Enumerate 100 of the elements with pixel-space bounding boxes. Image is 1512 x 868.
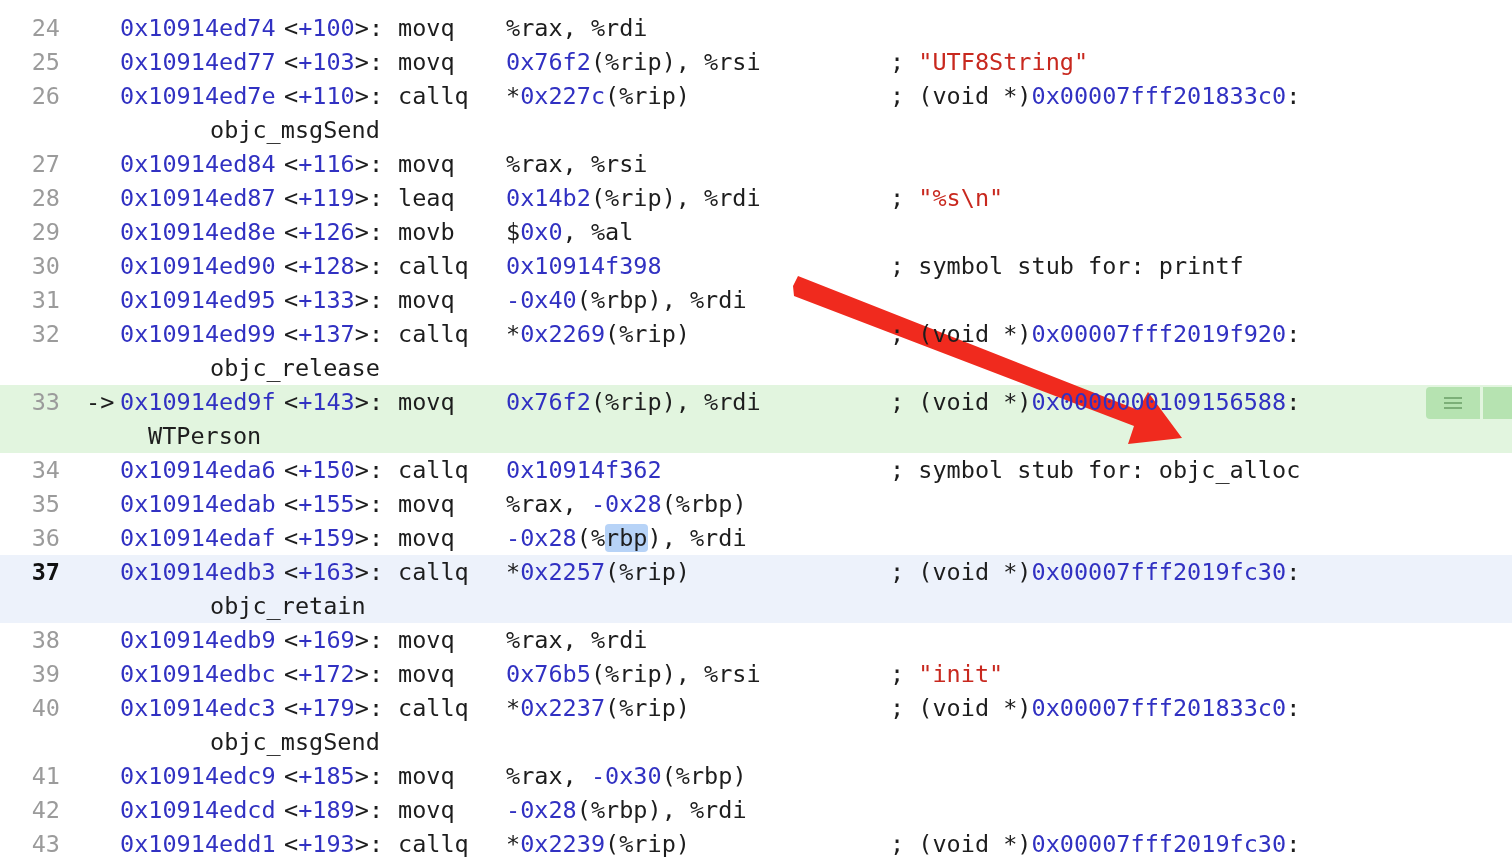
instruction-offset: <+143>: bbox=[284, 388, 385, 416]
line-number: 33 bbox=[30, 388, 60, 416]
menu-icon bbox=[1443, 397, 1463, 409]
instruction-operands: *0x2239(%rip) bbox=[506, 830, 691, 858]
instruction-address: 0x10914ed84 bbox=[120, 150, 277, 178]
instruction-row[interactable]: 42 0x10914edcd <+189>: movq -0x28(%rbp), %rdi bbox=[0, 793, 1512, 827]
instruction-mnemonic: callq bbox=[398, 320, 470, 348]
instruction-address: 0x10914edbc bbox=[120, 660, 277, 688]
instruction-row[interactable]: 31 0x10914ed95 <+133>: movq -0x40(%rbp), %rdi bbox=[0, 283, 1512, 317]
instruction-operands: 0x76b5(%rip), %rsi bbox=[506, 660, 762, 688]
instruction-row[interactable]: 38 0x10914edb9 <+169>: movq %rax, %rdi bbox=[0, 623, 1512, 657]
line-number: 43 bbox=[30, 830, 60, 858]
instruction-offset: <+126>: bbox=[284, 218, 385, 246]
instruction-operands: 0x14b2(%rip), %rdi bbox=[506, 184, 762, 212]
instruction-offset: <+169>: bbox=[284, 626, 385, 654]
instruction-address: 0x10914ed95 bbox=[120, 286, 277, 314]
instruction-offset: <+116>: bbox=[284, 150, 385, 178]
instruction-mnemonic: movq bbox=[398, 626, 456, 654]
instruction-mnemonic: movq bbox=[398, 14, 456, 42]
instruction-operands: *0x227c(%rip) bbox=[506, 82, 691, 110]
instruction-offset: <+159>: bbox=[284, 524, 385, 552]
symbol-name: objc_msgSend bbox=[210, 116, 380, 144]
instruction-mnemonic: movq bbox=[398, 796, 456, 824]
instruction-offset: <+189>: bbox=[284, 796, 385, 824]
instruction-row[interactable]: 35 0x10914edab <+155>: movq %rax, -0x28(%rbp) bbox=[0, 487, 1512, 521]
instruction-comment: ; (void *)0x00007fff201833c0: bbox=[890, 694, 1301, 722]
instruction-mnemonic: callq bbox=[398, 558, 470, 586]
instruction-row[interactable]: 27 0x10914ed84 <+116>: movq %rax, %rsi bbox=[0, 147, 1512, 181]
line-number: 36 bbox=[30, 524, 60, 552]
instruction-mnemonic: movq bbox=[398, 524, 456, 552]
line-number: 42 bbox=[30, 796, 60, 824]
menu-button[interactable] bbox=[1426, 387, 1480, 419]
instruction-address: 0x10914ed7e bbox=[120, 82, 277, 110]
instruction-row[interactable]: 39 0x10914edbc <+172>: movq 0x76b5(%rip), %rsi ; "init" bbox=[0, 657, 1512, 691]
instruction-mnemonic: movq bbox=[398, 762, 456, 790]
instruction-mnemonic: callq bbox=[398, 456, 470, 484]
instruction-row[interactable]: 36 0x10914edaf <+159>: movq -0x28(%rbp), %rdi bbox=[0, 521, 1512, 555]
line-number: 37 bbox=[30, 558, 60, 586]
instruction-comment: ; "UTF8String" bbox=[890, 48, 1089, 76]
gutter-block bbox=[1483, 387, 1512, 419]
instruction-comment: ; (void *)0x00007fff201833c0: bbox=[890, 82, 1301, 110]
line-number: 31 bbox=[30, 286, 60, 314]
line-number: 32 bbox=[30, 320, 60, 348]
instruction-comment: ; (void *)0x00007fff2019fc30: bbox=[890, 558, 1301, 586]
instruction-row[interactable]: 28 0x10914ed87 <+119>: leaq 0x14b2(%rip), %rdi ; "%s\n" bbox=[0, 181, 1512, 215]
instruction-address: 0x10914edc3 bbox=[120, 694, 277, 722]
instruction-operands: -0x40(%rbp), %rdi bbox=[506, 286, 748, 314]
instruction-mnemonic: leaq bbox=[398, 184, 456, 212]
instruction-operands: 0x10914f398 bbox=[506, 252, 663, 280]
line-number: 24 bbox=[30, 14, 60, 42]
instruction-operands: *0x2269(%rip) bbox=[506, 320, 691, 348]
instruction-offset: <+163>: bbox=[284, 558, 385, 586]
instruction-offset: <+100>: bbox=[284, 14, 385, 42]
instruction-row[interactable]: 41 0x10914edc9 <+185>: movq %rax, -0x30(%rbp) bbox=[0, 759, 1512, 793]
instruction-offset: <+179>: bbox=[284, 694, 385, 722]
instruction-mnemonic: movq bbox=[398, 490, 456, 518]
instruction-address: 0x10914edc9 bbox=[120, 762, 277, 790]
instruction-mnemonic: callq bbox=[398, 82, 470, 110]
instruction-comment: ; "init" bbox=[890, 660, 1004, 688]
instruction-offset: <+133>: bbox=[284, 286, 385, 314]
instruction-address: 0x10914edaf bbox=[120, 524, 277, 552]
line-number: 38 bbox=[30, 626, 60, 654]
instruction-comment: ; "%s\n" bbox=[890, 184, 1004, 212]
instruction-row[interactable]: 43 0x10914edd1 <+193>: callq *0x2239(%rip) ; (void *)0x00007fff2019fc30: bbox=[0, 827, 1512, 861]
instruction-address: 0x10914ed87 bbox=[120, 184, 277, 212]
instruction-address: 0x10914edd1 bbox=[120, 830, 277, 858]
instruction-address: 0x10914edb3 bbox=[120, 558, 277, 586]
instruction-operands: 0x76f2(%rip), %rsi bbox=[506, 48, 762, 76]
instruction-offset: <+193>: bbox=[284, 830, 385, 858]
instruction-operands: %rax, -0x30(%rbp) bbox=[506, 762, 748, 790]
instruction-mnemonic: movq bbox=[398, 660, 456, 688]
instruction-operands: %rax, %rdi bbox=[506, 626, 649, 654]
instruction-address: 0x10914ed99 bbox=[120, 320, 277, 348]
symbol-name: objc_retain bbox=[210, 592, 366, 620]
instruction-address: 0x10914ed90 bbox=[120, 252, 277, 280]
instruction-mnemonic: callq bbox=[398, 694, 470, 722]
instruction-operands: *0x2257(%rip) bbox=[506, 558, 691, 586]
instruction-offset: <+185>: bbox=[284, 762, 385, 790]
instruction-operands: -0x28(%rbp), %rdi bbox=[506, 796, 748, 824]
instruction-row[interactable]: 29 0x10914ed8e <+126>: movb $0x0, %al bbox=[0, 215, 1512, 249]
instruction-row[interactable]: 30 0x10914ed90 <+128>: callq 0x10914f398 ; symbol stub for: printf bbox=[0, 249, 1512, 283]
line-number: 27 bbox=[30, 150, 60, 178]
symbol-name: objc_msgSend bbox=[210, 728, 380, 756]
instruction-offset: <+103>: bbox=[284, 48, 385, 76]
instruction-mnemonic: movq bbox=[398, 48, 456, 76]
symbol-name: WTPerson bbox=[148, 422, 262, 450]
instruction-mnemonic: callq bbox=[398, 830, 470, 858]
instruction-mnemonic: callq bbox=[398, 252, 470, 280]
instruction-operands: %rax, %rsi bbox=[506, 150, 649, 178]
instruction-row[interactable]: 25 0x10914ed77 <+103>: movq 0x76f2(%rip), %rsi ; "UTF8String" bbox=[0, 45, 1512, 79]
instruction-row[interactable]: 34 0x10914eda6 <+150>: callq 0x10914f362 ; symbol stub for: objc_alloc bbox=[0, 453, 1512, 487]
instruction-offset: <+155>: bbox=[284, 490, 385, 518]
instruction-address: 0x10914edb9 bbox=[120, 626, 277, 654]
instruction-mnemonic: movq bbox=[398, 286, 456, 314]
instruction-row[interactable]: 24 0x10914ed74 <+100>: movq %rax, %rdi bbox=[0, 11, 1512, 45]
symbol-name: objc_release bbox=[210, 354, 380, 382]
instruction-offset: <+128>: bbox=[284, 252, 385, 280]
instruction-comment: ; symbol stub for: objc_alloc bbox=[890, 456, 1301, 484]
instruction-address: 0x10914ed9f bbox=[120, 388, 277, 416]
instruction-comment: ; symbol stub for: printf bbox=[890, 252, 1244, 280]
